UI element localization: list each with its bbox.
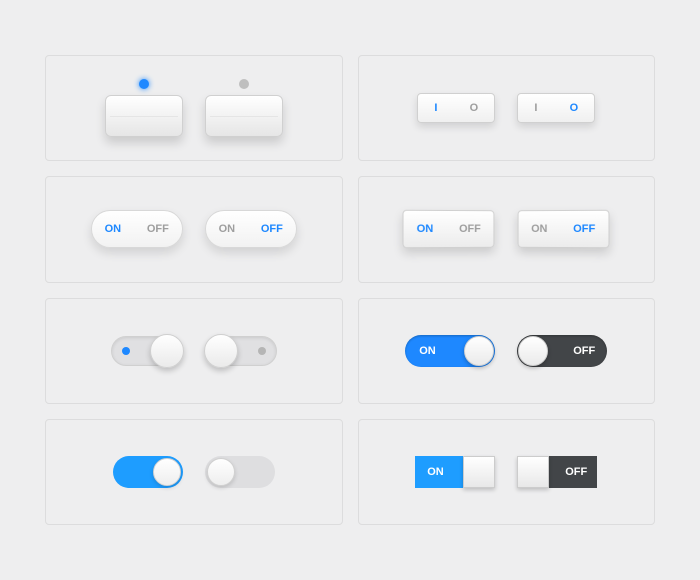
panel-flip-switches (45, 55, 343, 161)
flip-switch-off[interactable] (205, 79, 283, 137)
o-icon: O (570, 102, 579, 114)
toggle-handle (518, 336, 548, 366)
bevel-switch-on[interactable]: ON OFF (403, 210, 495, 248)
ios-toggle-on[interactable] (113, 456, 183, 488)
pill-switch-off[interactable]: ON OFF (205, 210, 297, 248)
off-label: OFF (147, 223, 169, 235)
on-label: ON (105, 223, 122, 235)
i-icon: I (534, 102, 537, 114)
on-label: ON (531, 223, 547, 235)
knob-toggle-off[interactable] (205, 336, 277, 366)
toggle-handle (153, 458, 181, 486)
rocker-switch-on[interactable]: I O (417, 93, 495, 123)
pill-switch-on[interactable]: ON OFF (91, 210, 183, 248)
knob-toggle-on[interactable] (111, 336, 183, 366)
labeled-toggle-off[interactable]: OFF (517, 335, 607, 367)
on-label: ON (219, 223, 236, 235)
led-indicator-icon (239, 79, 249, 89)
panel-pill-switches: ON OFF ON OFF (45, 176, 343, 282)
panel-rocker-switches: I O I O (358, 55, 656, 161)
off-label: OFF (573, 223, 595, 235)
on-label: ON (419, 345, 436, 357)
flip-body (205, 95, 283, 137)
panel-labeled-toggles: ON OFF (358, 298, 656, 404)
toggle-handle (463, 456, 495, 488)
knob-handle (204, 334, 238, 368)
knob-handle (150, 334, 184, 368)
square-toggle-on[interactable]: ON (415, 456, 495, 488)
off-label: OFF (261, 223, 283, 235)
flip-switch-on[interactable] (105, 79, 183, 137)
ios-toggle-off[interactable] (205, 456, 275, 488)
i-icon: I (434, 102, 437, 114)
dot-indicator-icon (122, 347, 130, 355)
bevel-switch-off[interactable]: ON OFF (518, 210, 610, 248)
square-toggle-off[interactable]: OFF (517, 456, 597, 488)
o-icon: O (470, 102, 479, 114)
off-label: OFF (565, 466, 587, 478)
toggle-handle (464, 336, 494, 366)
toggle-handle (517, 456, 549, 488)
panel-ios-toggles (45, 419, 343, 525)
panel-bevel-switches: ON OFF ON OFF (358, 176, 656, 282)
flip-body (105, 95, 183, 137)
rocker-switch-off[interactable]: I O (517, 93, 595, 123)
on-label: ON (417, 223, 434, 235)
dot-indicator-icon (258, 347, 266, 355)
led-indicator-icon (139, 79, 149, 89)
toggle-handle (207, 458, 235, 486)
labeled-toggle-on[interactable]: ON (405, 335, 495, 367)
off-label: OFF (573, 345, 595, 357)
on-label: ON (427, 466, 444, 478)
panel-square-toggles: ON OFF (358, 419, 656, 525)
off-label: OFF (459, 223, 481, 235)
panel-knob-toggles (45, 298, 343, 404)
